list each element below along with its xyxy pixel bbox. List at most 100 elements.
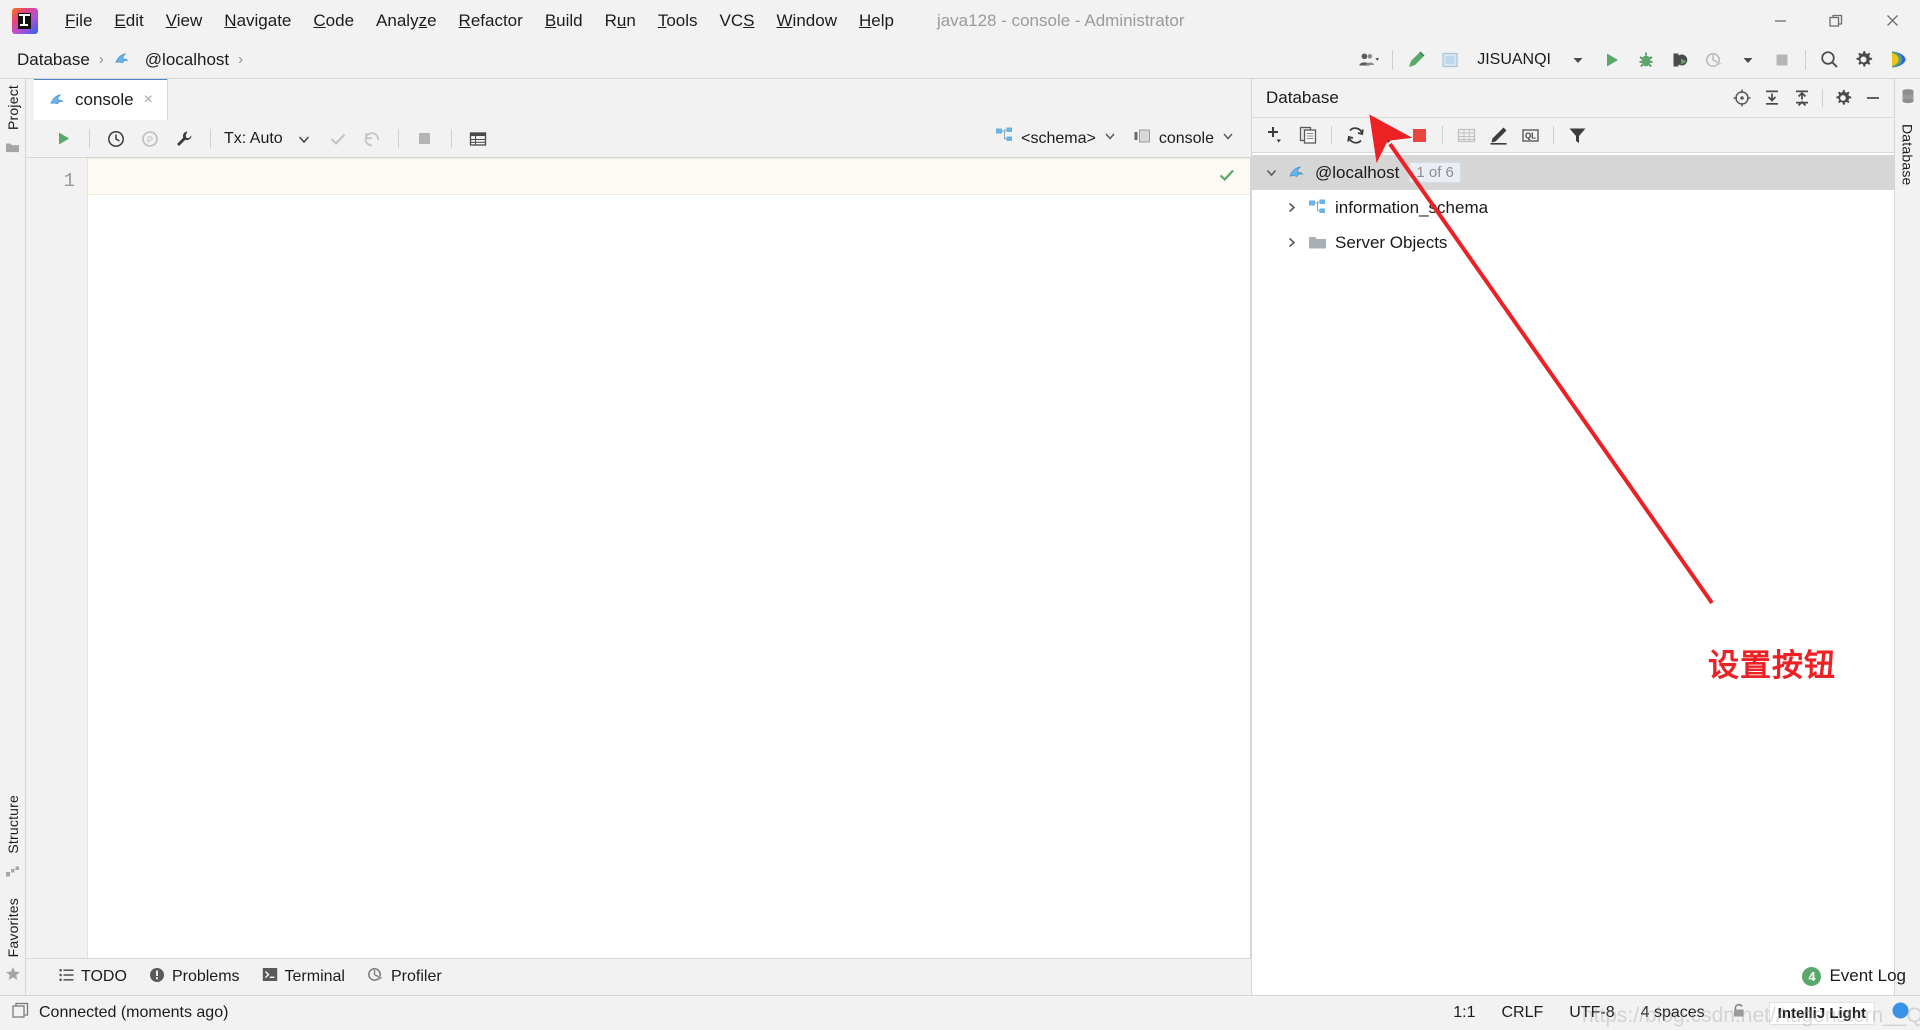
bottom-item-problems[interactable]: Problems (140, 963, 249, 992)
sidebar-item-project[interactable]: Project (5, 79, 21, 136)
bottom-item-profiler[interactable]: Profiler (358, 962, 451, 992)
run-button[interactable] (1597, 45, 1627, 75)
menu-item-help[interactable]: Help (848, 7, 905, 35)
execute-button[interactable] (49, 125, 77, 153)
line-number-gutter: 1 (26, 158, 88, 958)
query-console-button[interactable]: QL (1515, 121, 1545, 149)
add-data-source-button[interactable] (1261, 121, 1291, 149)
menu-item-window[interactable]: Window (766, 7, 848, 35)
modify-button[interactable] (1483, 121, 1513, 149)
menu-item-navigate[interactable]: Navigate (213, 7, 302, 35)
scroll-from-source-button[interactable] (1727, 84, 1757, 112)
menu-item-view[interactable]: View (155, 7, 214, 35)
stop-button[interactable] (411, 125, 439, 153)
menu-item-file[interactable]: File (54, 7, 103, 35)
run-with-coverage-button[interactable] (1665, 45, 1695, 75)
bottom-item-label: Profiler (390, 968, 442, 985)
menu-item-tools[interactable]: Tools (647, 7, 709, 35)
filter-button[interactable] (1562, 121, 1592, 149)
ide-feature-trainer-button[interactable] (1882, 45, 1912, 75)
bottom-item-todo[interactable]: TODO (50, 964, 136, 991)
inspection-status-icon[interactable] (1218, 166, 1236, 189)
menu-item-build[interactable]: Build (534, 7, 594, 35)
database-toolbar: QL (1252, 117, 1894, 153)
close-icon[interactable]: × (142, 91, 155, 109)
chevron-right-icon-2[interactable] (1278, 236, 1304, 249)
menu-item-code[interactable]: Code (302, 7, 365, 35)
caret-position[interactable]: 1:1 (1448, 1002, 1480, 1024)
run-configuration-selector[interactable]: JISUANQI (1467, 51, 1561, 69)
tree-node-information-schema[interactable]: information_schema (1252, 190, 1894, 225)
session-label: console (1158, 129, 1214, 147)
history-clock-button[interactable] (102, 125, 130, 153)
code-content[interactable] (88, 158, 1250, 958)
toolbar-divider (1392, 49, 1394, 70)
user-profile-dropdown[interactable] (1354, 45, 1384, 75)
build-hammer-icon[interactable] (1401, 45, 1431, 75)
status-badge: 1 of 6 (1409, 162, 1461, 183)
chevron-down-icon[interactable] (1258, 166, 1284, 179)
restore-icon[interactable] (1808, 0, 1864, 41)
tree-node-label: Server Objects (1335, 232, 1448, 252)
session-selector[interactable]: console (1127, 125, 1241, 152)
data-source-properties-button[interactable] (1372, 121, 1402, 149)
chevron-right-icon[interactable] (1278, 201, 1304, 214)
menu-item-edit[interactable]: Edit (103, 7, 154, 35)
watermark-text: https://blog.csdn.net/Augenstern__QX (1582, 1004, 1920, 1027)
event-log-count-badge: 4 (1802, 966, 1822, 986)
bottom-item-label: Problems (171, 968, 240, 985)
sql-editor[interactable]: 1 (26, 158, 1251, 958)
breadcrumb-database[interactable]: Database (14, 48, 93, 72)
commit-button[interactable] (324, 125, 352, 153)
breadcrumb-separator-icon-2: › (238, 51, 244, 68)
parameters-button[interactable]: P (136, 125, 164, 153)
console-context-selectors: <schema> console (989, 120, 1241, 157)
rollback-button[interactable] (358, 125, 386, 153)
line-separator[interactable]: CRLF (1497, 1002, 1549, 1024)
tree-node-localhost[interactable]: @localhost 1 of 6 (1252, 155, 1894, 190)
profile-dropdown[interactable] (1699, 45, 1729, 75)
main-menu-bar: File Edit View Navigate Code Analyze Ref… (54, 7, 905, 35)
wrench-button[interactable] (170, 125, 198, 153)
duplicate-button[interactable] (1293, 121, 1323, 149)
refresh-button[interactable] (1340, 121, 1370, 149)
sidebar-item-favorites[interactable]: Favorites (5, 892, 21, 963)
bottom-item-terminal[interactable]: Terminal (253, 963, 354, 991)
tree-node-label: information_schema (1335, 197, 1489, 217)
expand-all-button[interactable] (1757, 84, 1787, 112)
sidebar-item-structure[interactable]: Structure (5, 789, 21, 860)
breadcrumb-localhost[interactable]: @localhost (142, 48, 232, 72)
open-table-button[interactable] (1451, 121, 1481, 149)
event-log-label: Event Log (1829, 966, 1906, 985)
profile-chevron-down-icon[interactable] (1733, 45, 1763, 75)
open-table-editor-button[interactable] (464, 125, 492, 153)
menu-item-run[interactable]: Run (594, 7, 647, 35)
project-structure-icon[interactable] (1435, 45, 1465, 75)
stop-button[interactable] (1767, 45, 1797, 75)
status-bar-left: Connected (moments ago) (12, 1002, 228, 1024)
debug-button[interactable] (1631, 45, 1661, 75)
sidebar-item-database[interactable]: Database (1900, 118, 1916, 192)
settings-gear-button[interactable] (1848, 45, 1878, 75)
left-rail-bottom: Structure Favorites (0, 789, 25, 995)
menu-item-analyze[interactable]: Analyze (365, 7, 448, 35)
menu-item-refactor[interactable]: Refactor (448, 7, 534, 35)
stop-button[interactable] (1404, 121, 1434, 149)
database-panel-title: Database (1266, 88, 1339, 107)
event-log-button[interactable]: 4 Event Log (1802, 958, 1906, 994)
menu-item-vcs[interactable]: VCS (709, 7, 766, 35)
tree-node-server-objects[interactable]: Server Objects (1252, 225, 1894, 260)
minimize-icon[interactable] (1752, 0, 1808, 41)
search-everywhere-button[interactable] (1814, 45, 1844, 75)
database-tree[interactable]: @localhost 1 of 6 information_schema Ser… (1252, 153, 1894, 995)
tab-console[interactable]: console × (34, 77, 168, 120)
transaction-mode-label[interactable]: Tx: Auto (220, 130, 287, 148)
collapse-all-button[interactable] (1787, 84, 1817, 112)
tx-chevron-down-icon[interactable] (290, 125, 318, 153)
close-icon[interactable] (1864, 0, 1920, 41)
database-icon (1900, 88, 1916, 109)
run-config-chevron-down-icon[interactable] (1563, 45, 1593, 75)
schema-selector[interactable]: <schema> (989, 124, 1123, 153)
hide-panel-button[interactable] (1858, 84, 1888, 112)
panel-settings-button[interactable] (1828, 84, 1858, 112)
